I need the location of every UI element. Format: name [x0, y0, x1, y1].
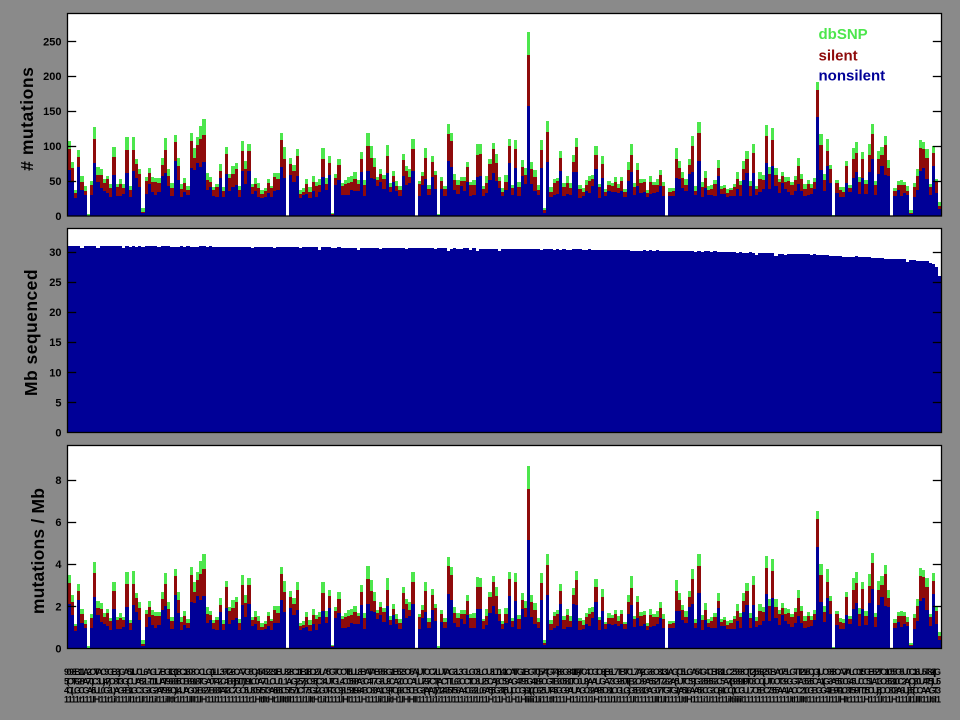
- svg-text:8: 8: [55, 475, 61, 487]
- svg-text:dbSNP: dbSNP: [819, 26, 868, 43]
- svg-text:250: 250: [43, 36, 61, 48]
- svg-text:2: 2: [55, 601, 61, 613]
- svg-text:0: 0: [55, 428, 61, 440]
- svg-text:25: 25: [49, 277, 61, 289]
- svg-text:10: 10: [49, 367, 61, 379]
- svg-text:30: 30: [49, 247, 61, 259]
- svg-text:nonsilent: nonsilent: [819, 68, 886, 85]
- svg-text:5: 5: [55, 397, 61, 409]
- svg-text:0: 0: [55, 644, 61, 656]
- svg-text:4: 4: [55, 559, 62, 571]
- svg-text:6: 6: [55, 517, 61, 529]
- svg-text:1111t111IH11t1il111ll1t1lI1l1i: 1111t111IH11t1il111ll1t1lI1l1iI11illtlt1…: [64, 695, 941, 705]
- svg-text:15: 15: [49, 337, 61, 349]
- svg-text:# mutations: # mutations: [17, 67, 37, 171]
- svg-text:100: 100: [43, 141, 61, 153]
- svg-text:150: 150: [43, 106, 61, 118]
- svg-text:Mb sequenced: Mb sequenced: [21, 269, 41, 396]
- svg-text:mutations / Mb: mutations / Mb: [28, 488, 48, 614]
- svg-text:50: 50: [49, 176, 61, 188]
- svg-text:0: 0: [55, 211, 61, 223]
- svg-text:silent: silent: [819, 48, 858, 65]
- svg-text:200: 200: [43, 71, 61, 83]
- svg-text:20: 20: [49, 307, 61, 319]
